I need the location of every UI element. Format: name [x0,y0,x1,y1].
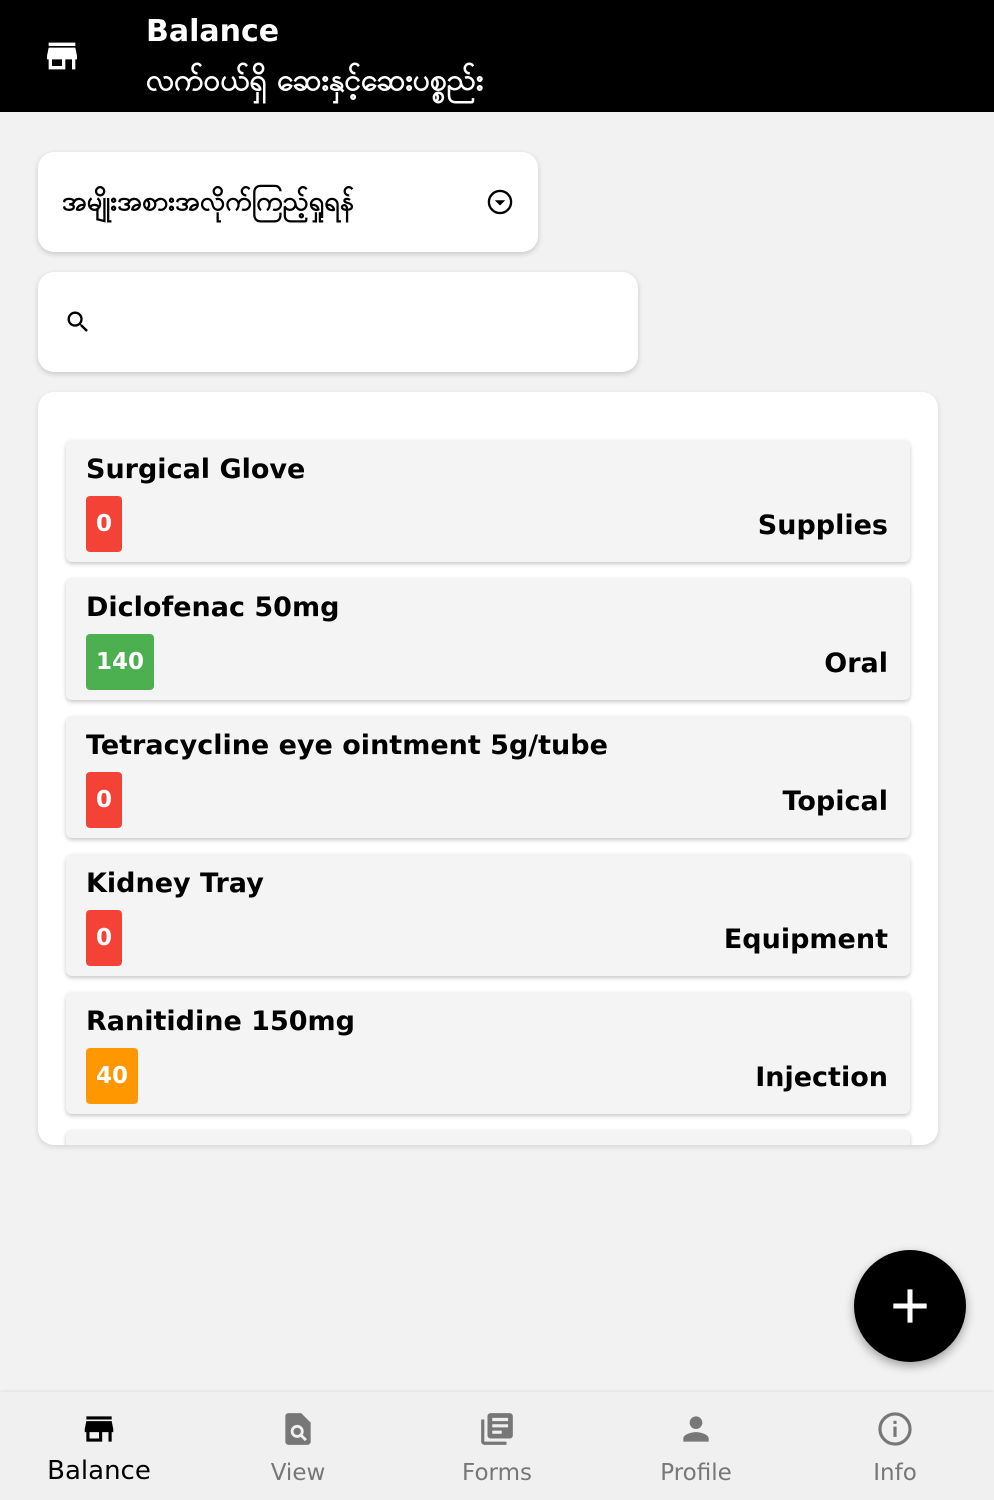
quantity-badge: 40 [86,1048,139,1104]
item-category: Injection [755,1062,888,1093]
item-name: Diclofenac 50mg [86,592,340,623]
library-books-icon [481,1413,513,1445]
item-category: Oral [824,648,888,679]
quantity-badge: 0 [86,496,123,552]
balance-list[interactable]: Surgical Glove 0 Supplies Diclofenac 50m… [38,392,938,1145]
item-category: Supplies [757,510,888,541]
nav-label: Info [873,1460,917,1486]
info-icon [878,1412,912,1446]
nav-item-forms[interactable]: Forms [398,1392,596,1500]
list-item[interactable]: Tetracycline eye ointment 5g/tube 0 Topi… [66,716,910,838]
chevron-down-circle-icon [487,189,513,215]
search-box[interactable] [38,272,638,372]
add-item-button[interactable] [854,1250,966,1362]
quantity-badge: 0 [86,910,123,966]
item-category: Topical [782,786,888,817]
app-bar: Balance လက်ဝယ်ရှိ ဆေးနှင့်ဆေးပစ္စည်း [0,0,994,112]
nav-label: Forms [462,1460,532,1486]
search-icon [67,311,88,332]
list-item-partial[interactable] [66,1130,910,1145]
item-name: Surgical Glove [86,454,306,485]
plus-icon [893,1289,927,1323]
nav-label: Balance [47,1456,151,1486]
list-item[interactable]: Diclofenac 50mg 140 Oral [66,578,910,700]
list-item[interactable]: Ranitidine 150mg 40 Injection [66,992,910,1114]
nav-item-profile[interactable]: Profile [597,1392,795,1500]
category-filter-label: အမျိုးအစားအလိုက်ကြည့်ရှုရန် [62,186,354,217]
bottom-navigation: Balance View Forms Profile Info [0,1392,994,1500]
store-icon [84,1416,114,1442]
item-name: Ranitidine 150mg [86,1006,355,1037]
nav-label: View [270,1460,326,1486]
list-item[interactable]: Surgical Glove 0 Supplies [66,440,910,562]
page-subtitle: လက်ဝယ်ရှိ ဆေးနှင့်ဆေးပစ္စည်း [146,63,484,98]
store-icon [47,42,77,70]
item-name: Kidney Tray [86,868,264,899]
nav-item-view[interactable]: View [199,1392,397,1500]
nav-item-balance[interactable]: Balance [0,1392,198,1500]
search-input[interactable] [108,296,612,350]
page-title: Balance [146,14,280,49]
category-filter-dropdown[interactable]: အမျိုးအစားအလိုက်ကြည့်ရှုရန် [38,152,538,252]
search-document-icon [285,1413,311,1445]
nav-item-info[interactable]: Info [796,1392,994,1500]
quantity-badge: 140 [86,634,155,690]
list-item[interactable]: Kidney Tray 0 Equipment [66,854,910,976]
item-category: Equipment [723,924,888,955]
item-name: Tetracycline eye ointment 5g/tube [86,730,608,761]
quantity-badge: 0 [86,772,123,828]
person-icon [683,1416,709,1442]
nav-label: Profile [660,1460,732,1486]
